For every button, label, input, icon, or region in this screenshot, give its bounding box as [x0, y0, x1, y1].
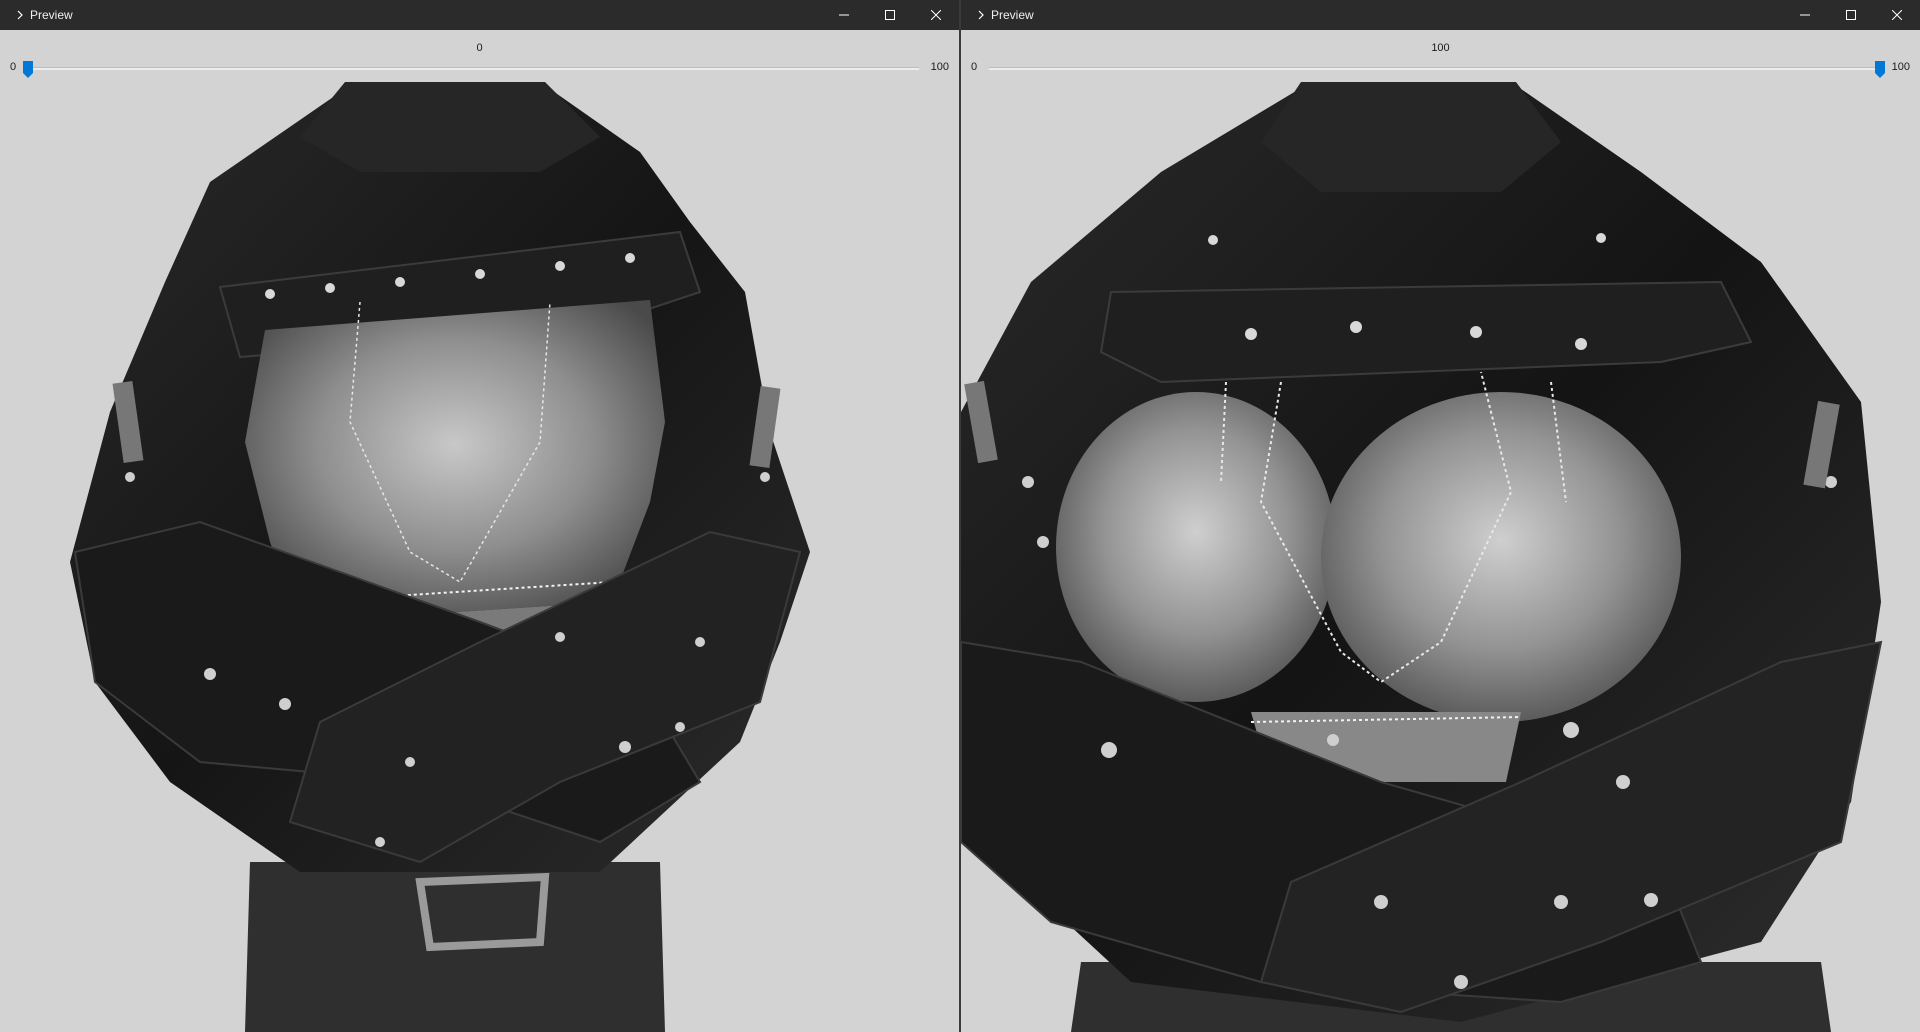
- chevron-right-icon: [975, 0, 987, 30]
- window-title: Preview: [30, 8, 73, 22]
- armor-model-render: [70, 82, 810, 1032]
- close-button[interactable]: [1874, 0, 1920, 30]
- slider-min-label: 0: [10, 61, 17, 73]
- close-icon: [1892, 10, 1902, 20]
- chevron-right-icon: [14, 0, 26, 30]
- morph-slider: 100 0 100: [961, 30, 1920, 82]
- maximize-icon: [1846, 10, 1856, 20]
- maximize-icon: [885, 10, 895, 20]
- slider-min-label: 0: [971, 61, 978, 73]
- preview-window-right: Preview 100 0 100: [961, 0, 1920, 1032]
- close-button[interactable]: [913, 0, 959, 30]
- slider-track[interactable]: [989, 61, 1885, 78]
- maximize-button[interactable]: [1828, 0, 1874, 30]
- close-icon: [931, 10, 941, 20]
- slider-value-label: 100: [1431, 42, 1450, 54]
- title-bar[interactable]: Preview: [0, 0, 959, 30]
- slider-track[interactable]: [23, 61, 919, 78]
- slider-value-label: 0: [476, 42, 483, 54]
- title-bar[interactable]: Preview: [961, 0, 1920, 30]
- 3d-viewport[interactable]: [961, 82, 1920, 1032]
- preview-window-left: Preview 0 0 100: [0, 0, 959, 1032]
- armor-model-render: [961, 82, 1883, 1032]
- slider-max-label: 100: [1891, 61, 1910, 73]
- minimize-button[interactable]: [821, 0, 867, 30]
- slider-max-label: 100: [930, 61, 949, 73]
- minimize-icon: [1800, 14, 1810, 16]
- minimize-icon: [839, 14, 849, 16]
- 3d-viewport[interactable]: [0, 82, 959, 1032]
- morph-slider: 0 0 100: [0, 30, 959, 82]
- maximize-button[interactable]: [867, 0, 913, 30]
- window-title: Preview: [991, 8, 1034, 22]
- slider-thumb[interactable]: [1875, 61, 1885, 78]
- minimize-button[interactable]: [1782, 0, 1828, 30]
- slider-thumb[interactable]: [23, 61, 33, 78]
